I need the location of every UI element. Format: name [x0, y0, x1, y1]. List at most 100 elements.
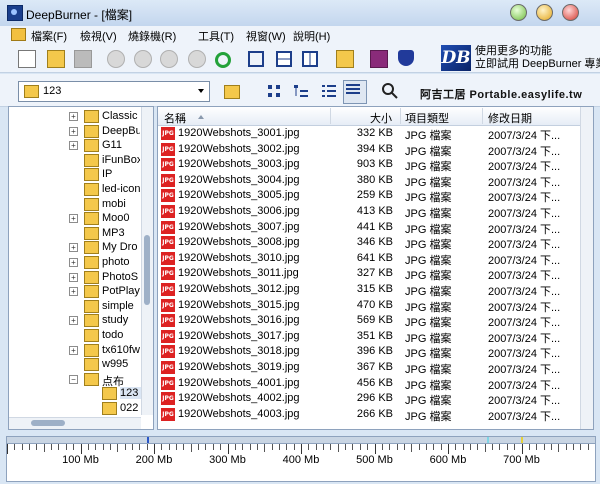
tree-item[interactable]: MP3: [9, 226, 141, 241]
collapse-icon[interactable]: −: [69, 374, 78, 384]
file-row[interactable]: JPG 1920Webshots_4003.jpg 266 KB JPG 檔案 2007…: [158, 407, 593, 423]
close-button[interactable]: [562, 4, 579, 21]
file-name: 1920Webshots_3015.jpg: [178, 298, 300, 311]
expand-icon[interactable]: +: [69, 345, 78, 355]
file-row[interactable]: JPG 1920Webshots_3016.jpg 569 KB JPG 檔案 2007…: [158, 313, 593, 329]
tree-horizontal-scrollbar[interactable]: [9, 417, 141, 429]
tree-item[interactable]: w995: [9, 357, 141, 372]
folder-icon[interactable]: [336, 50, 354, 68]
file-row[interactable]: JPG 1920Webshots_3008.jpg 346 KB JPG 檔案 2007…: [158, 235, 593, 251]
file-size: 315 KB: [356, 283, 393, 295]
file-row[interactable]: JPG 1920Webshots_3019.jpg 367 KB JPG 檔案 2007…: [158, 360, 593, 376]
file-row[interactable]: JPG 1920Webshots_3015.jpg 470 KB JPG 檔案 2007…: [158, 298, 593, 314]
tree-item[interactable]: + tx610fw: [9, 343, 141, 358]
tree-item[interactable]: + Classic: [9, 109, 141, 124]
column-divider[interactable]: [400, 108, 401, 124]
file-row[interactable]: JPG 1920Webshots_4001.jpg 456 KB JPG 檔案 2007…: [158, 376, 593, 392]
file-row[interactable]: JPG 1920Webshots_3011.jpg 327 KB JPG 檔案 2007…: [158, 266, 593, 282]
menu-file[interactable]: 檔案(F): [31, 28, 67, 44]
tree-item[interactable]: simple: [9, 299, 141, 314]
expand-icon[interactable]: +: [69, 258, 78, 267]
tree-view-icon[interactable]: [292, 82, 310, 100]
expand-icon[interactable]: +: [69, 316, 78, 326]
tree-item[interactable]: + study: [9, 313, 141, 328]
file-row[interactable]: JPG 1920Webshots_3003.jpg 903 KB JPG 檔案 2007…: [158, 157, 593, 173]
path-dropdown[interactable]: 123: [18, 81, 210, 102]
details-view-icon[interactable]: [343, 80, 367, 104]
tree-item[interactable]: 022: [9, 401, 141, 416]
promo-text[interactable]: 使用更多的功能 立即試用 DeepBurner 專業: [475, 45, 600, 71]
column-type-header[interactable]: 項目類型: [405, 110, 449, 126]
tree-item[interactable]: mobi: [9, 197, 141, 212]
ruler-tick: [43, 444, 45, 452]
column-date-header[interactable]: 修改日期: [488, 110, 532, 126]
open-icon[interactable]: [47, 50, 65, 68]
refresh-icon[interactable]: [215, 52, 231, 68]
file-row[interactable]: JPG 1920Webshots_3017.jpg 351 KB JPG 檔案 2007…: [158, 329, 593, 345]
book-icon[interactable]: [370, 50, 388, 68]
expand-icon[interactable]: +: [69, 287, 78, 297]
search-icon[interactable]: [381, 82, 399, 100]
menu-window[interactable]: 視窗(W): [246, 28, 286, 44]
tree-item[interactable]: + G11: [9, 138, 141, 153]
shield-icon[interactable]: [398, 50, 414, 66]
file-row[interactable]: JPG 1920Webshots_3005.jpg 259 KB JPG 檔案 2007…: [158, 188, 593, 204]
tree-item[interactable]: iFunBox: [9, 153, 141, 168]
tree-item[interactable]: + Moo0: [9, 211, 141, 226]
ruler-tick: [536, 444, 538, 450]
tree-item[interactable]: + PhotoS: [9, 270, 141, 285]
burn-icon[interactable]: [107, 50, 125, 68]
new-icon[interactable]: [18, 50, 36, 68]
expand-icon[interactable]: +: [69, 112, 78, 121]
column-divider[interactable]: [330, 108, 331, 124]
file-row[interactable]: JPG 1920Webshots_3002.jpg 394 KB JPG 檔案 2007…: [158, 142, 593, 158]
tree-hscroll-thumb[interactable]: [31, 420, 65, 426]
minimize-button[interactable]: [510, 4, 527, 21]
tree-scroll-thumb[interactable]: [144, 235, 150, 305]
file-row[interactable]: JPG 1920Webshots_3010.jpg 641 KB JPG 檔案 2007…: [158, 251, 593, 267]
tree-item[interactable]: 123: [9, 386, 153, 401]
file-row[interactable]: JPG 1920Webshots_3018.jpg 396 KB JPG 檔案 2007…: [158, 344, 593, 360]
tree-item[interactable]: todo: [9, 328, 141, 343]
cascade-icon[interactable]: [248, 51, 264, 67]
expand-icon[interactable]: +: [69, 141, 78, 151]
file-row[interactable]: JPG 1920Webshots_3007.jpg 441 KB JPG 檔案 2007…: [158, 220, 593, 236]
tree-item[interactable]: + DeepBu: [9, 124, 141, 139]
disc-info-icon[interactable]: [188, 50, 206, 68]
tree-item[interactable]: IP: [9, 167, 141, 182]
expand-icon[interactable]: +: [69, 243, 78, 253]
copy-disc-icon[interactable]: [160, 50, 178, 68]
menu-tools[interactable]: 工具(T): [198, 28, 234, 44]
erase-icon[interactable]: [134, 50, 152, 68]
column-divider[interactable]: [482, 108, 483, 124]
expand-icon[interactable]: +: [69, 272, 78, 282]
file-row[interactable]: JPG 1920Webshots_3012.jpg 315 KB JPG 檔案 2007…: [158, 282, 593, 298]
save-icon[interactable]: [74, 50, 92, 68]
tile-vertical-icon[interactable]: [302, 51, 318, 67]
expand-icon[interactable]: +: [69, 126, 78, 136]
ruler-tick: [396, 444, 398, 450]
large-icons-view-icon[interactable]: [266, 82, 284, 100]
tree-vertical-scrollbar[interactable]: [141, 107, 153, 415]
column-size-header[interactable]: 大小: [370, 110, 392, 126]
list-vertical-scrollbar[interactable]: [580, 107, 593, 429]
file-row[interactable]: JPG 1920Webshots_3001.jpg 332 KB JPG 檔案 2007…: [158, 126, 593, 142]
file-row[interactable]: JPG 1920Webshots_4002.jpg 296 KB JPG 檔案 2007…: [158, 391, 593, 407]
tree-item[interactable]: + My Dro: [9, 240, 141, 255]
file-row[interactable]: JPG 1920Webshots_3006.jpg 413 KB JPG 檔案 2007…: [158, 204, 593, 220]
tree-item[interactable]: + photo: [9, 255, 141, 270]
ruler-tick: [51, 444, 53, 450]
list-view-icon[interactable]: [320, 82, 338, 100]
tree-item[interactable]: − 点布: [9, 372, 141, 388]
file-row[interactable]: JPG 1920Webshots_3004.jpg 380 KB JPG 檔案 2007…: [158, 173, 593, 189]
tree-item[interactable]: led-icon: [9, 182, 141, 197]
up-folder-icon[interactable]: [224, 85, 240, 99]
menu-view[interactable]: 檢視(V): [80, 28, 117, 44]
menu-recorder[interactable]: 燒錄機(R): [128, 28, 176, 44]
expand-icon[interactable]: +: [69, 214, 78, 224]
tile-horizontal-icon[interactable]: [276, 51, 292, 67]
maximize-button[interactable]: [536, 4, 553, 21]
tree-item[interactable]: + PotPlay: [9, 284, 141, 299]
menu-help[interactable]: 說明(H): [293, 28, 330, 44]
column-name-header[interactable]: 名稱: [164, 110, 186, 126]
